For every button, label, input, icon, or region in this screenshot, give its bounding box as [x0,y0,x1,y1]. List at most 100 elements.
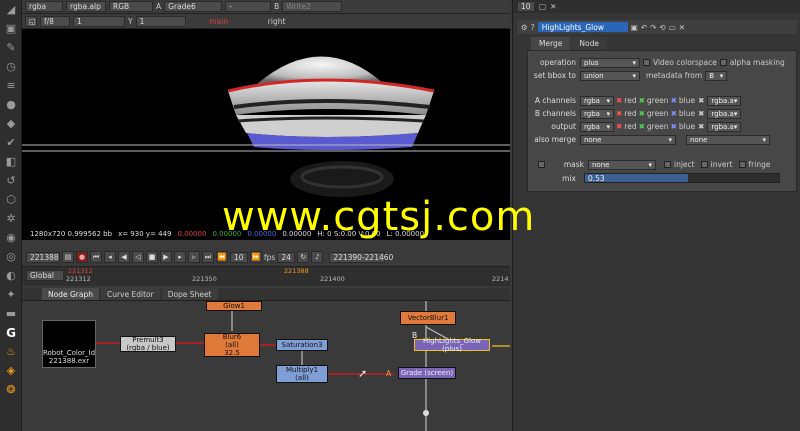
zoom-icon[interactable]: ◱ [25,16,37,27]
particles-icon[interactable]: ✲ [0,209,22,228]
colorspace-select[interactable]: RGB [109,1,153,12]
blue-checkbox[interactable]: ✖ [671,96,677,105]
green-checkbox[interactable]: ✖ [639,109,645,118]
green-checkbox[interactable]: ✖ [639,122,645,131]
premult-node[interactable]: Premult3 (rgba / blue) [120,336,176,352]
vectorblur-node[interactable]: VectorBlur1 [400,311,456,325]
deep-icon[interactable]: ◉ [0,228,22,247]
red-checkbox[interactable]: ✖ [616,109,622,118]
increment-field[interactable]: 10 [230,251,248,263]
frame-range-field[interactable]: 221390-221460 [329,251,393,263]
a-alpha-select[interactable]: rgba.a ▾ [707,95,742,106]
node-name-field[interactable]: HighLights_Glow [537,22,628,32]
step-back-icon[interactable]: ◀ [118,251,130,263]
step-forward-icon[interactable]: ▸ [174,251,186,263]
tab-curve-editor[interactable]: Curve Editor [100,288,160,300]
multiply-node[interactable]: Multiply1 (all) [276,365,328,383]
tab-merge[interactable]: Merge [531,37,571,50]
max-panels-field[interactable]: 10 [517,1,535,12]
fps-field[interactable]: 24 [277,251,296,263]
clip-icon[interactable]: ▤ [62,251,74,263]
next-keyframe-icon[interactable]: ▹ [188,251,200,263]
tab-node[interactable]: Node [571,37,607,50]
toolsets-icon[interactable]: ✦ [0,285,22,304]
time-icon[interactable]: ◷ [0,57,22,76]
metadata-icon[interactable]: ◐ [0,266,22,285]
node-graph-canvas[interactable]: Glow1 Robot_Color_Id 221388.exr Premult3… [22,301,510,431]
view-right[interactable]: right [252,17,302,26]
audio-icon[interactable]: ♪ [311,251,324,263]
timeline-scope-select[interactable]: Global [26,270,64,281]
goto-end-icon[interactable]: ⏭ [202,251,214,263]
saturation-node[interactable]: Saturation3 [276,339,328,351]
blue-checkbox[interactable]: ✖ [671,109,677,118]
frame-field[interactable]: 221388 [26,251,60,263]
a-input-select[interactable]: Grade6 [164,1,223,12]
play-forward-icon[interactable]: ▶ [160,251,172,263]
loop-icon[interactable]: ↻ [297,251,310,263]
furnace-icon[interactable]: ♨ [0,342,22,361]
clear-panels-icon[interactable]: ✕ [550,2,556,11]
timeline-ruler[interactable]: Global 221312 221388 221312 221350 22140… [22,266,510,286]
inject-checkbox[interactable] [664,161,671,168]
tab-dope-sheet[interactable]: Dope Sheet [161,288,218,300]
close-icon[interactable]: ✕ [679,23,685,32]
play-backward-icon[interactable]: ◁ [132,251,144,263]
views-icon[interactable]: ◎ [0,247,22,266]
alpha-select[interactable]: rgba.alp [66,1,106,12]
draw-icon[interactable]: ✎ [0,38,22,57]
stop-icon[interactable]: ■ [146,251,158,263]
plugin-icon[interactable]: ◈ [0,361,22,380]
read-node[interactable]: Robot_Color_Id 221388.exr [42,320,96,368]
keyer-icon[interactable]: ✔ [0,133,22,152]
gamma-field[interactable]: 1 [135,16,186,27]
gear-icon[interactable]: ⚙ [521,23,528,32]
channel-icon[interactable]: ≡ [0,76,22,95]
pointer-tool-icon[interactable]: ◢ [0,0,22,19]
gizmo-icon[interactable]: G [0,323,22,342]
tab-node-graph[interactable]: Node Graph [42,288,99,300]
channels-select[interactable]: rgba [25,1,63,12]
output-select[interactable]: rgba ▾ [580,121,614,132]
other-icon[interactable]: ▬ [0,304,22,323]
grade-screen-node[interactable]: Grade (screen) [398,367,456,379]
metadata-select[interactable]: B ▾ [705,70,728,81]
help-icon[interactable]: ? [531,23,535,32]
view-main[interactable]: main [189,17,249,26]
also-merge-select[interactable]: none ▾ [580,134,676,145]
alpha-checkbox[interactable]: ✖ [698,96,704,105]
red-checkbox[interactable]: ✖ [616,122,622,131]
highlights-glow-node[interactable]: HighLights_Glow (plus) [414,337,490,353]
fringe-checkbox[interactable] [738,161,746,168]
color-icon[interactable]: ● [0,95,22,114]
blur-node[interactable]: Blur6 (all) 32.5 [204,333,260,357]
record-icon[interactable]: ● [76,251,88,263]
b-channels-select[interactable]: rgba ▾ [580,108,614,119]
goto-start-icon[interactable]: ⏮ [90,251,102,263]
invert-checkbox[interactable] [700,161,708,168]
bbox-select[interactable]: union ▾ [580,70,640,81]
image-icon[interactable]: ▣ [0,19,22,38]
increment-forward-icon[interactable]: ⏩ [250,251,262,263]
b-alpha-select[interactable]: rgba.a ▾ [707,108,742,119]
alpha-masking-checkbox[interactable] [719,59,727,66]
undo-icon[interactable]: ↶ [641,23,647,32]
a-channels-select[interactable]: rgba ▾ [580,95,614,106]
b-input-select[interactable]: Write2 [282,1,343,12]
prev-keyframe-icon[interactable]: ◂ [104,251,116,263]
blue-checkbox[interactable]: ✖ [671,122,677,131]
green-checkbox[interactable]: ✖ [639,96,645,105]
output-alpha-select[interactable]: rgba.a ▾ [707,121,742,132]
redo-icon[interactable]: ↷ [650,23,656,32]
alpha-checkbox[interactable]: ✖ [698,122,704,131]
wipe-select[interactable]: - [225,1,272,12]
revert-icon[interactable]: ⟲ [659,23,665,32]
filter-icon[interactable]: ◆ [0,114,22,133]
red-checkbox[interactable]: ✖ [616,96,622,105]
lock-icon[interactable]: ▢ [539,2,546,11]
float-icon[interactable]: ▭ [669,23,676,32]
3d-icon[interactable]: ⬡ [0,190,22,209]
gain-field[interactable]: 1 [73,16,125,27]
glow1-node[interactable]: Glow1 [206,301,262,311]
video-colorspace-checkbox[interactable] [643,59,650,66]
